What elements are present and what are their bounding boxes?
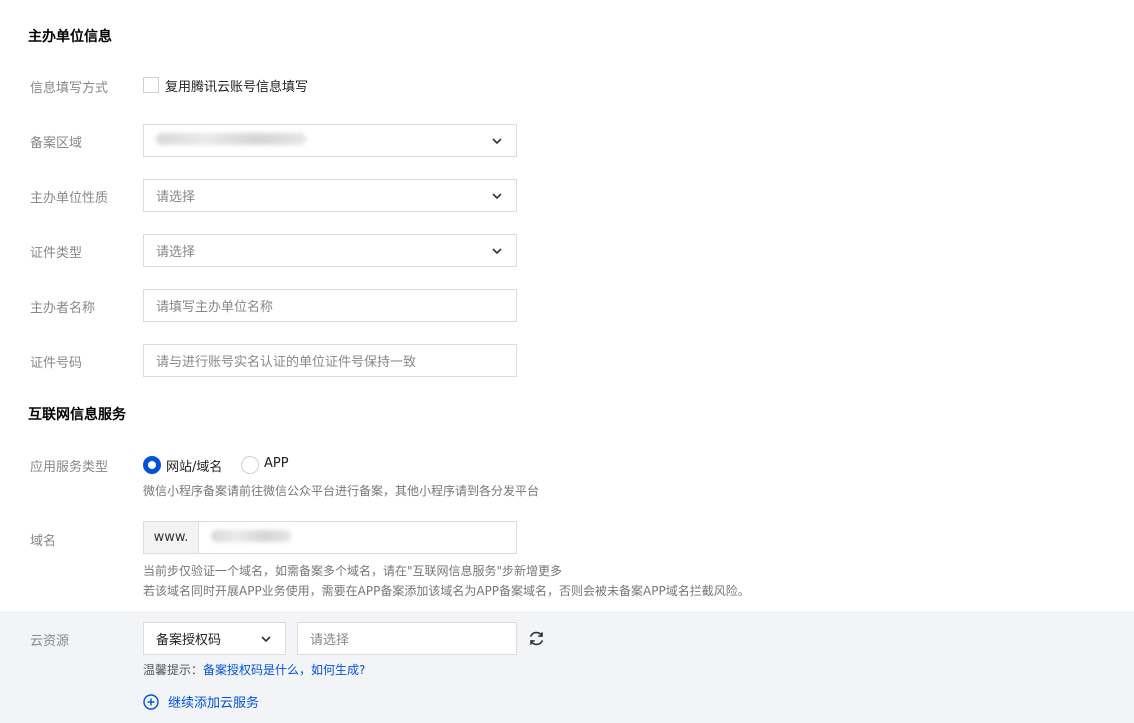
nature-select[interactable]: 请选择 (143, 179, 517, 212)
nature-placeholder: 请选择 (156, 190, 196, 205)
cloud-tip: 温馨提示：备案授权码是什么，如何生成? (143, 661, 365, 678)
cloud-type-value: 备案授权码 (156, 633, 222, 648)
domain-hint-1: 当前步仅验证一个域名，如需备案多个域名，请在"互联网信息服务"步新增更多 (143, 564, 563, 578)
nature-label: 主办单位性质 (30, 191, 109, 206)
cert-type-select[interactable]: 请选择 (143, 234, 517, 267)
cert-number-placeholder: 请与进行账号实名认证的单位证件号保持一致 (156, 355, 417, 370)
radio-app[interactable] (241, 456, 259, 474)
cert-type-label: 证件类型 (30, 246, 83, 261)
cloud-tip-prefix: 温馨提示： (143, 663, 204, 677)
cloud-resource-input[interactable]: 请选择 (297, 622, 517, 655)
chevron-down-icon (261, 635, 271, 642)
reuse-account-checkbox[interactable] (143, 77, 159, 93)
radio-app-label[interactable]: APP (264, 456, 289, 471)
region-label: 备案区域 (30, 136, 83, 151)
section-title-sponsor: 主办单位信息 (28, 29, 112, 45)
cert-type-placeholder: 请选择 (156, 245, 196, 260)
cert-number-input[interactable]: 请与进行账号实名认证的单位证件号保持一致 (143, 344, 517, 377)
reuse-account-label[interactable]: 复用腾讯云账号信息填写 (165, 76, 308, 95)
plus-circle-icon (143, 693, 159, 710)
region-select[interactable] (143, 124, 517, 157)
cert-number-label: 证件号码 (30, 356, 83, 371)
cloud-type-select[interactable]: 备案授权码 (143, 622, 286, 655)
chevron-down-icon (492, 247, 502, 254)
refresh-icon[interactable] (527, 629, 546, 648)
cloud-resource-label: 云资源 (30, 634, 70, 649)
domain-hint-2: 若该域名同时开展APP业务使用，需要在APP备案添加该域名为APP备案域名，否则… (143, 584, 750, 598)
blurred-region-value (156, 132, 306, 145)
domain-label: 域名 (30, 534, 57, 549)
cloud-tip-link[interactable]: 备案授权码是什么，如何生成? (203, 663, 365, 677)
fill-mode-label: 信息填写方式 (30, 81, 109, 96)
domain-input[interactable] (198, 521, 517, 554)
radio-website-label[interactable]: 网站/域名 (166, 456, 222, 475)
domain-prefix: www. (143, 521, 199, 554)
sponsor-name-placeholder: 请填写主办单位名称 (156, 300, 274, 315)
service-type-hint: 微信小程序备案请前往微信公众平台进行备案，其他小程序请到各分发平台 (143, 484, 540, 498)
section-title-internet: 互联网信息服务 (28, 407, 126, 423)
cloud-resource-placeholder: 请选择 (310, 633, 350, 648)
radio-website[interactable] (143, 456, 161, 474)
sponsor-name-input[interactable]: 请填写主办单位名称 (143, 289, 517, 322)
add-cloud-service-button[interactable]: 继续添加云服务 (143, 692, 259, 711)
service-type-label: 应用服务类型 (30, 460, 109, 475)
chevron-down-icon (492, 192, 502, 199)
sponsor-name-label: 主办者名称 (30, 301, 96, 316)
chevron-down-icon (492, 137, 502, 144)
blurred-domain-value (211, 529, 291, 542)
add-cloud-service-label: 继续添加云服务 (168, 696, 260, 711)
